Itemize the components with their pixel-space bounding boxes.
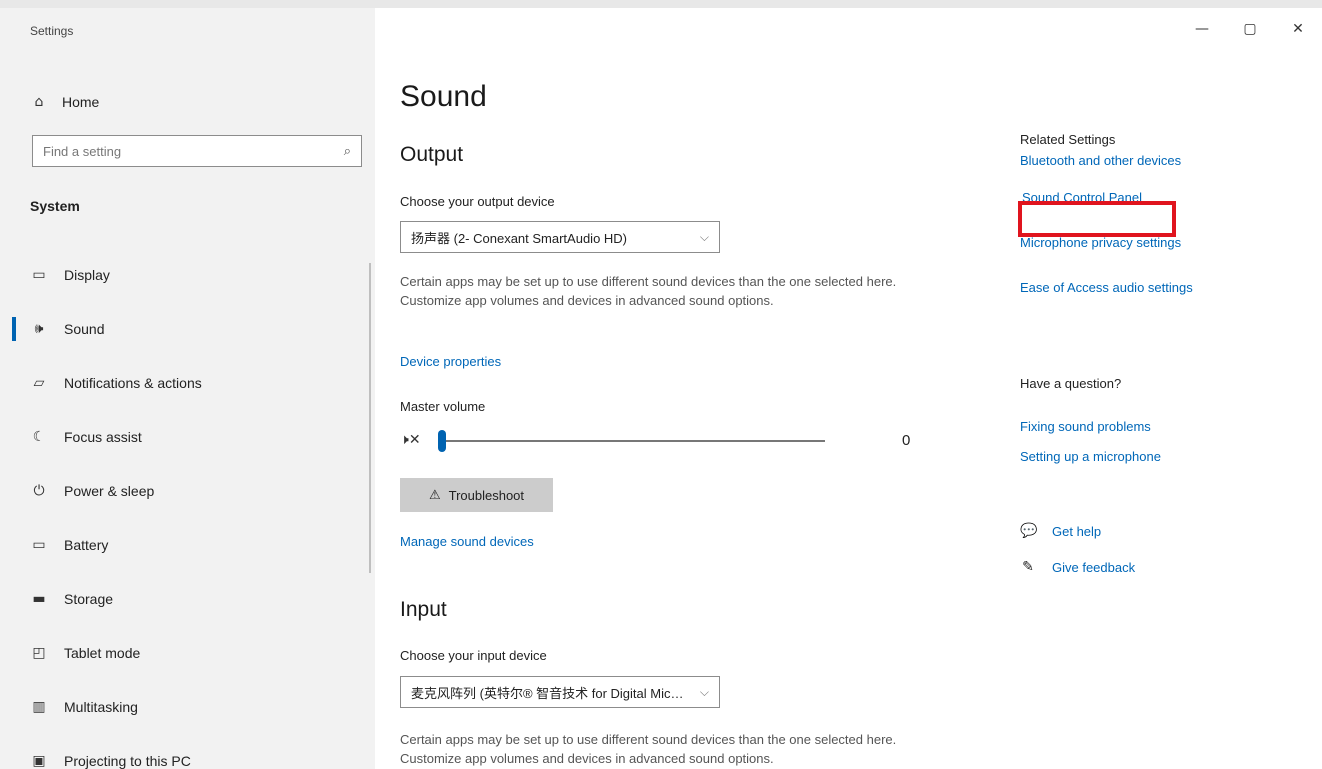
sidebar-item-display[interactable]: ▭ Display bbox=[0, 248, 375, 302]
sidebar-nav: ▭ Display 🕪 Sound ▱ Notifications & acti… bbox=[0, 248, 375, 769]
input-description: Certain apps may be set up to use differ… bbox=[400, 732, 897, 766]
sidebar-item-battery[interactable]: ▭ Battery bbox=[0, 518, 375, 572]
sidebar-item-label: Tablet mode bbox=[64, 645, 141, 661]
main-content: Sound Output Choose your output device 扬… bbox=[369, 8, 1322, 769]
app-title: Settings bbox=[30, 24, 74, 38]
get-help-label: Get help bbox=[1052, 523, 1102, 539]
storage-icon: ▬ bbox=[32, 591, 46, 607]
ease-of-access-audio-link[interactable]: Ease of Access audio settings bbox=[1020, 280, 1310, 295]
power-icon: ⏻ bbox=[33, 483, 45, 499]
home-nav-item[interactable]: ⌂ Home bbox=[30, 94, 100, 110]
question-heading: Have a question? bbox=[1020, 376, 1122, 391]
sidebar-item-sound[interactable]: 🕪 Sound bbox=[0, 302, 375, 356]
projecting-icon: ▣ bbox=[32, 753, 46, 769]
manage-sound-devices-link[interactable]: Manage sound devices bbox=[400, 534, 534, 549]
home-label: Home bbox=[62, 94, 100, 110]
microphone-privacy-link[interactable]: Microphone privacy settings bbox=[1020, 235, 1310, 250]
feedback-icon: ✎ bbox=[1022, 559, 1034, 575]
speaker-icon: 🕪 bbox=[34, 321, 44, 337]
bluetooth-devices-link[interactable]: Bluetooth and other devices bbox=[1020, 153, 1310, 168]
sidebar-item-label: Multitasking bbox=[64, 699, 138, 715]
sidebar-item-label: Focus assist bbox=[64, 429, 142, 445]
sidebar-item-storage[interactable]: ▬ Storage bbox=[0, 572, 375, 626]
sidebar-item-label: Display bbox=[64, 267, 110, 283]
chat-help-icon: 💬 bbox=[1020, 523, 1038, 539]
output-device-label: Choose your output device bbox=[400, 194, 555, 209]
input-device-value: 麦克风阵列 (英特尔® 智音技术 for Digital Microphones… bbox=[411, 685, 686, 701]
warning-icon: ⚠ bbox=[428, 487, 441, 503]
sidebar-item-focus-assist[interactable]: ☾ Focus assist bbox=[0, 410, 375, 464]
output-device-dropdown[interactable]: 扬声器 (2- Conexant SmartAudio HD) ⌵ bbox=[400, 221, 720, 253]
slider-thumb[interactable] bbox=[438, 430, 446, 452]
input-heading: Input bbox=[400, 598, 447, 621]
output-description: Certain apps may be set up to use differ… bbox=[400, 274, 897, 308]
related-settings-heading: Related Settings bbox=[1020, 132, 1116, 147]
volume-value: 0 bbox=[902, 432, 911, 449]
sidebar-item-label: Battery bbox=[64, 537, 109, 553]
master-volume-label: Master volume bbox=[400, 399, 486, 414]
sidebar-item-tablet-mode[interactable]: ◰ Tablet mode bbox=[0, 626, 375, 680]
sidebar-item-multitasking[interactable]: ▥ Multitasking bbox=[0, 680, 375, 734]
battery-icon: ▭ bbox=[32, 537, 46, 553]
window-top-border bbox=[0, 0, 1322, 8]
fixing-sound-problems-link[interactable]: Fixing sound problems bbox=[1020, 419, 1151, 434]
slider-track[interactable] bbox=[440, 440, 825, 442]
master-volume-slider[interactable]: 🕨✕ 0 bbox=[400, 428, 920, 454]
troubleshoot-label: Troubleshoot bbox=[448, 487, 525, 503]
sidebar-item-label: Storage bbox=[64, 591, 114, 607]
sidebar: Settings ⌂ Home Find a setting ⌕ System … bbox=[0, 8, 375, 769]
search-placeholder: Find a setting bbox=[43, 143, 122, 159]
input-device-label: Choose your input device bbox=[400, 648, 547, 663]
sidebar-item-label: Power & sleep bbox=[64, 483, 155, 499]
search-icon: ⌕ bbox=[343, 143, 351, 159]
sidebar-item-notifications[interactable]: ▱ Notifications & actions bbox=[0, 356, 375, 410]
setting-up-microphone-link[interactable]: Setting up a microphone bbox=[1020, 449, 1161, 464]
moon-icon: ☾ bbox=[32, 429, 46, 445]
get-help-link[interactable]: 💬 Get help bbox=[1020, 523, 1101, 539]
chevron-down-icon: ⌵ bbox=[699, 684, 709, 699]
give-feedback-label: Give feedback bbox=[1052, 559, 1136, 575]
sidebar-item-label: Notifications & actions bbox=[64, 375, 202, 391]
chevron-down-icon: ⌵ bbox=[699, 229, 709, 244]
home-icon: ⌂ bbox=[34, 94, 44, 110]
highlight-box bbox=[1018, 201, 1176, 237]
device-properties-link[interactable]: Device properties bbox=[400, 354, 501, 369]
notification-icon: ▱ bbox=[33, 375, 45, 391]
sidebar-item-label: Sound bbox=[64, 321, 105, 337]
sidebar-item-power[interactable]: ⏻ Power & sleep bbox=[0, 464, 375, 518]
page-title: Sound bbox=[400, 80, 487, 113]
monitor-icon: ▭ bbox=[32, 267, 46, 283]
tablet-icon: ◰ bbox=[32, 645, 46, 661]
output-device-value: 扬声器 (2- Conexant SmartAudio HD) bbox=[411, 230, 628, 246]
multitasking-icon: ▥ bbox=[32, 699, 46, 715]
settings-window: — ▢ ✕ Settings ⌂ Home Find a setting ⌕ S… bbox=[0, 0, 1322, 769]
troubleshoot-button[interactable]: ⚠ Troubleshoot bbox=[400, 478, 553, 512]
output-heading: Output bbox=[400, 143, 464, 166]
input-device-dropdown[interactable]: 麦克风阵列 (英特尔® 智音技术 for Digital Microphones… bbox=[400, 676, 720, 708]
section-label: System bbox=[30, 198, 80, 214]
give-feedback-link[interactable]: ✎ Give feedback bbox=[1020, 559, 1135, 575]
search-input[interactable]: Find a setting ⌕ bbox=[32, 135, 362, 167]
sidebar-item-projecting[interactable]: ▣ Projecting to this PC bbox=[0, 734, 375, 769]
scrollbar[interactable] bbox=[369, 263, 371, 573]
mute-speaker-icon[interactable]: 🕨✕ bbox=[400, 432, 421, 448]
sidebar-item-label: Projecting to this PC bbox=[64, 753, 191, 769]
